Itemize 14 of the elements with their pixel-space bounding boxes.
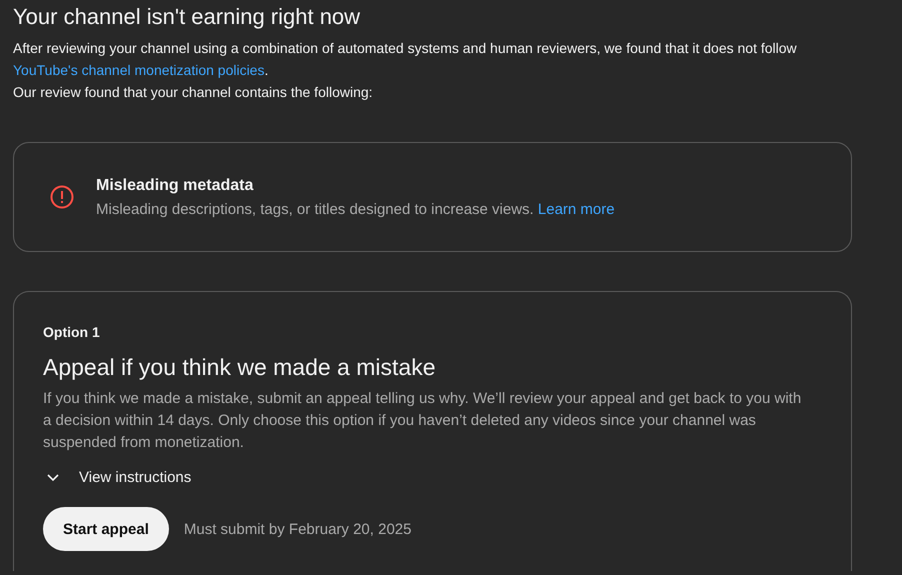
violation-description: Misleading descriptions, tags, or titles designed to increase views. Learn more — [96, 200, 615, 218]
start-appeal-button[interactable]: Start appeal — [43, 507, 169, 551]
policies-link[interactable]: YouTube's channel monetization policies — [13, 62, 264, 78]
violation-title: Misleading metadata — [96, 176, 254, 194]
view-instructions-toggle[interactable]: View instructions — [43, 467, 192, 487]
page-title: Your channel isn't earning right now — [13, 3, 362, 31]
review-note: Our review found that your channel contains the following: — [13, 83, 374, 102]
learn-more-link[interactable]: Learn more — [538, 200, 615, 218]
option-label: Option 1 — [43, 324, 101, 340]
intro-text: After reviewing your channel using a combination of automated systems and human reviewers, we found that it does not follow YouTube's channel monetization policies. — [13, 39, 798, 80]
option-heading: Appeal if you think we made a mistake — [43, 353, 436, 382]
deadline-text: Must submit by February 20, 2025 — [184, 520, 412, 538]
option-description: If you think we made a mistake, submit an appeal telling us why. We’ll review your appeal and get back to you with a decision within 14 days. Only choose this option if you haven’t deleted any videos since your channel was suspended from monetization. — [43, 389, 802, 453]
alert-icon — [50, 185, 74, 209]
